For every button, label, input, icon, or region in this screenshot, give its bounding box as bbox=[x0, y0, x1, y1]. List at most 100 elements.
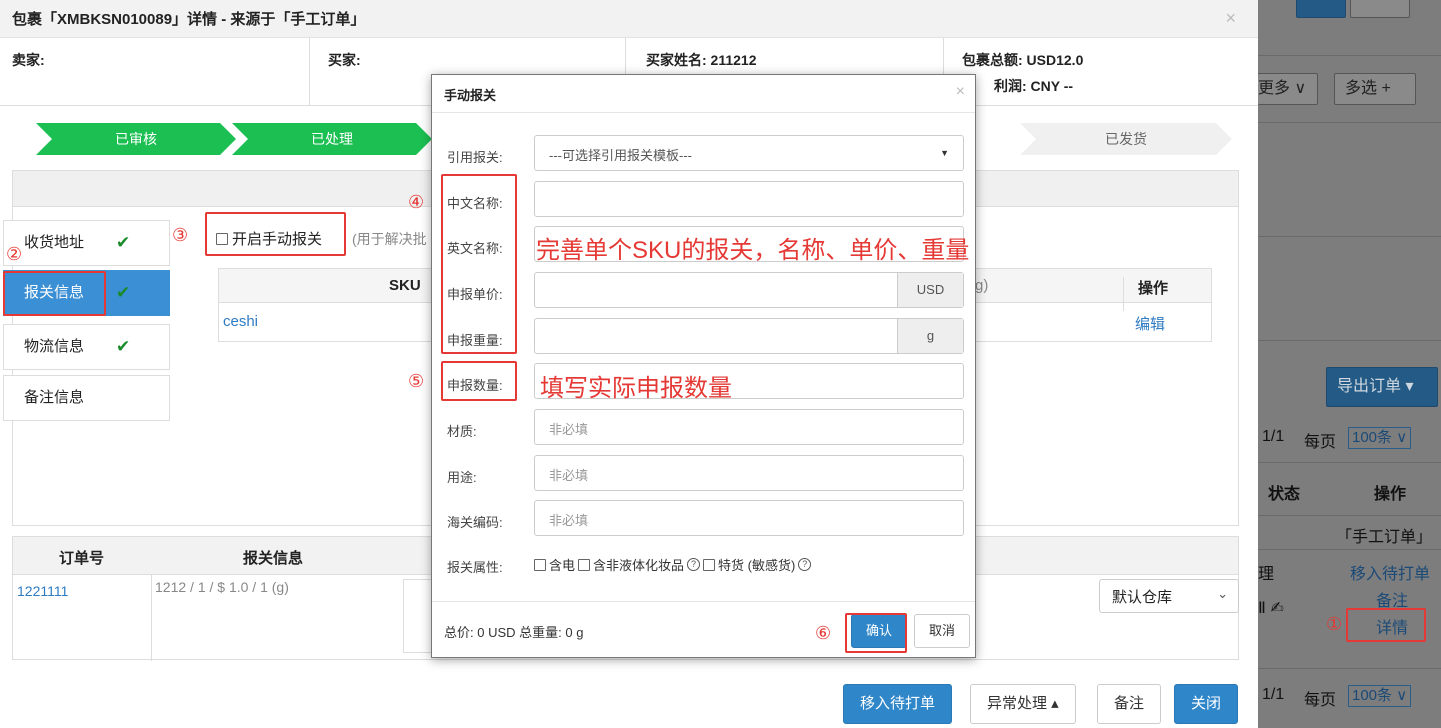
order-input-box[interactable] bbox=[403, 579, 433, 653]
bg-source-label: 「手工订单」 bbox=[1336, 529, 1433, 546]
annotation-box-manual-toggle bbox=[205, 212, 346, 256]
bg-pagination-bottom: 1/1 bbox=[1262, 686, 1285, 703]
annotation-number-3: ③ bbox=[172, 225, 189, 245]
annotation-note-quantity: 填写实际申报数量 bbox=[540, 375, 732, 402]
bg-pagination: 1/1 bbox=[1262, 428, 1285, 445]
annotation-number-6: ⑥ bbox=[815, 623, 832, 643]
bg-divider bbox=[1258, 462, 1441, 463]
annotation-box-detail bbox=[1346, 608, 1426, 642]
bg-col-status: 状态 bbox=[1268, 486, 1301, 503]
order-no-link[interactable]: 1221111 bbox=[17, 583, 68, 599]
bg-more-button[interactable]: 更多 ∨ bbox=[1258, 73, 1318, 105]
help-icon[interactable]: ? bbox=[687, 558, 701, 571]
bg-top-button-2[interactable] bbox=[1350, 0, 1410, 18]
bg-top-button[interactable] bbox=[1296, 0, 1346, 18]
liquid-checkbox[interactable] bbox=[578, 558, 591, 571]
material-input[interactable]: 非必填 bbox=[534, 409, 964, 445]
bg-page-size-select-bottom[interactable]: 100条 ∨ bbox=[1348, 685, 1412, 707]
battery-checkbox[interactable] bbox=[534, 558, 546, 571]
col-order-no: 订单号 bbox=[59, 550, 105, 567]
bg-move-link[interactable]: 移入待打单 bbox=[1350, 560, 1430, 584]
remark-button[interactable]: 备注 bbox=[1097, 684, 1162, 724]
close-button[interactable]: 关闭 bbox=[1174, 684, 1239, 724]
profit: 利润: CNY -- bbox=[994, 78, 1074, 94]
bg-divider bbox=[1258, 236, 1441, 237]
liquid-label: 含非液体化妆品 bbox=[593, 558, 685, 573]
annotation-number-4: ④ bbox=[408, 192, 425, 212]
hs-code-input[interactable]: 非必填 bbox=[534, 500, 964, 536]
step-reviewed: 已审核 bbox=[36, 123, 236, 155]
battery-label: 含电 bbox=[549, 558, 576, 573]
bg-page-size-select[interactable]: 100条 ∨ bbox=[1348, 427, 1412, 449]
col-sku: SKU bbox=[389, 277, 421, 294]
chevron-down-icon: ⌄ bbox=[1217, 586, 1228, 601]
bg-per-page-label-bottom: 每页 bbox=[1304, 692, 1337, 709]
special-label: 特货 (敏感货) bbox=[718, 558, 796, 573]
tab-logistics-info[interactable]: 物流信息 ✔ bbox=[3, 324, 170, 370]
move-to-print-button[interactable]: 移入待打单 bbox=[843, 684, 953, 724]
manual-customs-hint: (用于解决批 bbox=[352, 231, 427, 247]
help-icon[interactable]: ? bbox=[798, 558, 812, 571]
tab-label: 备注信息 bbox=[24, 389, 85, 406]
caret-down-icon: ▼ bbox=[940, 148, 949, 158]
col-weight-partial: g) bbox=[975, 277, 989, 294]
hs-code-label: 海关编码: bbox=[447, 515, 503, 530]
col-op: 操作 bbox=[1123, 277, 1213, 311]
annotation-number-2: ② bbox=[6, 244, 23, 264]
attr-label: 报关属性: bbox=[447, 560, 503, 575]
weight-input[interactable]: g bbox=[534, 318, 964, 354]
bg-divider bbox=[1258, 549, 1441, 550]
dialog-title: 手动报关 bbox=[432, 75, 975, 113]
close-icon[interactable]: × bbox=[956, 83, 965, 101]
annotation-box-sku-fields bbox=[441, 174, 517, 354]
annotation-box-customs-tab bbox=[3, 271, 106, 316]
col-divider bbox=[151, 575, 152, 661]
cancel-button[interactable]: 取消 bbox=[914, 614, 971, 648]
check-icon: ✔ bbox=[116, 233, 131, 252]
bg-multi-select-button[interactable]: 多选 + bbox=[1334, 73, 1416, 105]
tab-label: 物流信息 bbox=[24, 338, 85, 355]
template-label: 引用报关: bbox=[447, 150, 503, 165]
tab-label: 收货地址 bbox=[24, 234, 85, 251]
usage-label: 用途: bbox=[447, 470, 477, 485]
bg-divider bbox=[1258, 122, 1441, 123]
check-icon: ✔ bbox=[116, 337, 131, 356]
exception-button[interactable]: 异常处理 ▴ bbox=[970, 684, 1076, 724]
step-processed: 已处理 bbox=[232, 123, 432, 155]
usage-input[interactable]: 非必填 bbox=[534, 455, 964, 491]
step-shipped: 已发货 bbox=[1020, 123, 1232, 155]
col-customs-info: 报关信息 bbox=[243, 550, 304, 567]
bg-divider bbox=[1258, 668, 1441, 669]
bg-col-op: 操作 bbox=[1374, 486, 1407, 503]
modal-header: 包裹「XMBKSN010089」详情 - 来源于「手工订单」 bbox=[0, 0, 1258, 38]
warehouse-value: 默认仓库 bbox=[1112, 589, 1173, 606]
sku-link[interactable]: ceshi bbox=[223, 313, 258, 330]
dialog-total: 总价: 0 USD 总重量: 0 g bbox=[444, 625, 584, 640]
edit-link[interactable]: 编辑 bbox=[1135, 313, 1165, 334]
template-select[interactable]: ---可选择引用报关模板--- ▼ bbox=[534, 135, 964, 171]
annotation-box-quantity bbox=[441, 361, 517, 401]
material-label: 材质: bbox=[447, 424, 477, 439]
tab-shipping-address[interactable]: 收货地址 ✔ bbox=[3, 220, 170, 266]
seller-cell: 卖家: bbox=[0, 38, 310, 106]
check-icon: ✔ bbox=[116, 283, 131, 302]
package-total-cell: 包裹总额: USD12.0 利润: CNY -- bbox=[944, 38, 1258, 106]
bg-status-frag: 理 bbox=[1258, 566, 1275, 583]
warehouse-select[interactable]: 默认仓库 ⌄ bbox=[1099, 579, 1239, 613]
bg-export-button[interactable]: 导出订单 ▾ bbox=[1326, 367, 1438, 407]
tab-remark-info[interactable]: 备注信息 bbox=[3, 375, 170, 421]
close-icon[interactable]: × bbox=[1225, 8, 1236, 29]
bg-edit-icon[interactable]: Ⅱ ✍ bbox=[1258, 598, 1284, 618]
customs-attributes: 含电 含非液体化妆品 ? 特货 (敏感货) ? bbox=[534, 555, 812, 574]
weight-unit: g bbox=[897, 319, 963, 353]
modal-title: 包裹「XMBKSN010089」详情 - 来源于「手工订单」 bbox=[12, 11, 366, 28]
order-customs-info: 1212 / 1 / $ 1.0 / 1 (g) bbox=[155, 579, 289, 595]
bg-divider bbox=[1258, 515, 1441, 516]
annotation-box-confirm bbox=[845, 613, 907, 653]
annotation-number-1: ① bbox=[1326, 614, 1343, 634]
cn-name-input[interactable] bbox=[534, 181, 964, 217]
bg-per-page-label: 每页 bbox=[1304, 434, 1337, 451]
price-unit: USD bbox=[897, 273, 963, 307]
special-checkbox[interactable] bbox=[703, 558, 716, 571]
price-input[interactable]: USD bbox=[534, 272, 964, 308]
